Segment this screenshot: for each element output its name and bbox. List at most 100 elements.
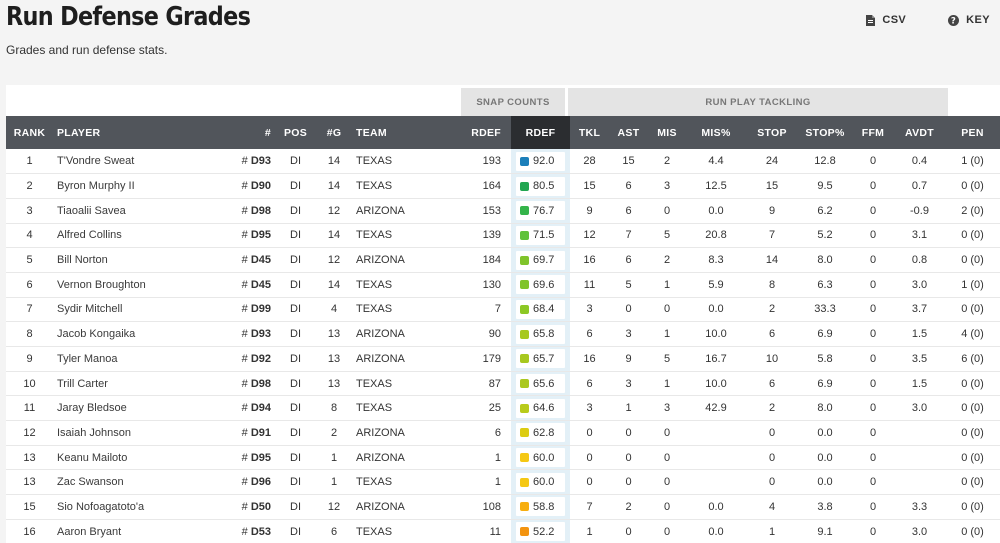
team-link[interactable]: TEXAS <box>352 469 439 496</box>
ffm-cell: 0 <box>852 420 894 446</box>
stop-cell: 8 <box>746 272 798 298</box>
ffm-cell: 0 <box>852 173 894 199</box>
mis-cell: 1 <box>648 371 686 397</box>
grade-color-swatch <box>520 206 529 216</box>
team-link[interactable]: TEXAS <box>352 297 439 323</box>
tkl-cell: 1 <box>570 519 609 543</box>
player-name-link[interactable]: Aaron Bryant <box>53 519 213 543</box>
team-link[interactable]: ARIZONA <box>352 494 439 520</box>
player-name-link[interactable]: Byron Murphy II <box>53 173 213 199</box>
jersey-number: D91 <box>250 426 271 439</box>
player-name-link[interactable]: Sydir Mitchell <box>53 297 213 323</box>
rdef-snaps-cell: 153 <box>439 198 511 224</box>
col-ffm[interactable]: FFM <box>852 116 894 149</box>
col-player[interactable]: PLAYER <box>53 116 213 149</box>
pen-cell: 4 (0) <box>945 321 1000 347</box>
stop-pct-cell: 6.9 <box>798 321 852 347</box>
table-row: 13 Zac Swanson # D96 DI 1 TEXAS 1 60.0 0 0 0 0 0.0 0 0… <box>6 469 1000 496</box>
games-cell: 14 <box>316 223 352 249</box>
team-link[interactable]: ARIZONA <box>352 346 439 372</box>
mis-pct-cell: 0.0 <box>686 519 746 543</box>
stop-pct-cell: 6.2 <box>798 198 852 224</box>
avdt-cell: 0.8 <box>894 247 945 273</box>
csv-label: CSV <box>882 14 907 26</box>
player-name-link[interactable]: Trill Carter <box>53 371 213 397</box>
jersey-number: D96 <box>250 476 271 489</box>
col-stop-pct[interactable]: STOP% <box>798 116 852 149</box>
col-mis-pct[interactable]: MIS% <box>686 116 746 149</box>
player-name-link[interactable]: T'Vondre Sweat <box>53 149 213 175</box>
player-name-link[interactable]: Vernon Broughton <box>53 272 213 298</box>
team-link[interactable]: ARIZONA <box>352 321 439 347</box>
player-name-link[interactable]: Sio Nofoagatoto'a <box>53 494 213 520</box>
avdt-cell: 1.5 <box>894 371 945 397</box>
col-stop[interactable]: STOP <box>746 116 798 149</box>
team-link[interactable]: TEXAS <box>352 223 439 249</box>
games-cell: 14 <box>316 173 352 199</box>
rdef-snaps-cell: 193 <box>439 149 511 175</box>
games-cell: 8 <box>316 395 352 422</box>
player-name-link[interactable]: Keanu Mailoto <box>53 445 213 471</box>
mis-cell: 5 <box>648 223 686 249</box>
position-cell: DI <box>275 198 316 224</box>
tkl-cell: 28 <box>570 149 609 175</box>
player-name-link[interactable]: Zac Swanson <box>53 469 213 496</box>
col-tkl[interactable]: TKL <box>570 116 609 149</box>
key-button[interactable]: ? KEY <box>948 14 990 26</box>
games-cell: 12 <box>316 494 352 520</box>
ffm-cell: 0 <box>852 149 894 175</box>
grade-value: 92.0 <box>533 155 555 168</box>
col-rdef-snaps[interactable]: RDEF <box>439 116 511 149</box>
mis-cell: 0 <box>648 519 686 543</box>
help-circle-icon: ? <box>948 14 960 26</box>
position-cell: DI <box>275 297 316 323</box>
team-link[interactable]: TEXAS <box>352 272 439 298</box>
player-name-link[interactable]: Jacob Kongaika <box>53 321 213 347</box>
position-cell: DI <box>275 346 316 372</box>
key-label: KEY <box>966 14 990 26</box>
team-link[interactable]: TEXAS <box>352 149 439 175</box>
player-name-link[interactable]: Tiaoalii Savea <box>53 198 213 224</box>
team-link[interactable]: ARIZONA <box>352 247 439 273</box>
col-avdt[interactable]: AVDT <box>894 116 945 149</box>
player-name-link[interactable]: Tyler Manoa <box>53 346 213 372</box>
team-link[interactable]: ARIZONA <box>352 198 439 224</box>
tkl-cell: 0 <box>570 420 609 446</box>
team-link[interactable]: TEXAS <box>352 173 439 199</box>
player-name-link[interactable]: Bill Norton <box>53 247 213 273</box>
col-games[interactable]: #G <box>316 116 352 149</box>
mis-pct-cell <box>686 445 746 471</box>
player-name-link[interactable]: Isaiah Johnson <box>53 420 213 446</box>
player-name-link[interactable]: Alfred Collins <box>53 223 213 249</box>
avdt-cell: 3.5 <box>894 346 945 372</box>
rdef-grade-cell: 71.5 <box>511 223 570 249</box>
col-mis[interactable]: MIS <box>648 116 686 149</box>
team-link[interactable]: ARIZONA <box>352 445 439 471</box>
top-actions: CSV ? KEY <box>866 0 1000 40</box>
col-rdef-grade[interactable]: RDEF <box>511 116 570 149</box>
team-link[interactable]: TEXAS <box>352 519 439 543</box>
csv-download-button[interactable]: CSV <box>866 14 906 26</box>
col-rank[interactable]: RANK <box>6 116 53 149</box>
rank-cell: 13 <box>6 445 53 471</box>
col-ast[interactable]: AST <box>609 116 648 149</box>
avdt-cell: 3.7 <box>894 297 945 323</box>
games-cell: 12 <box>316 247 352 273</box>
avdt-cell: 0.4 <box>894 149 945 175</box>
grade-value: 76.7 <box>533 204 555 217</box>
player-name-link[interactable]: Jaray Bledsoe <box>53 395 213 422</box>
ast-cell: 5 <box>609 272 648 298</box>
col-pos[interactable]: POS <box>275 116 316 149</box>
position-cell: DI <box>275 149 316 175</box>
col-jersey[interactable]: # <box>213 116 275 149</box>
team-link[interactable]: TEXAS <box>352 371 439 397</box>
grade-badge: 76.7 <box>516 201 565 221</box>
col-team[interactable]: TEAM <box>352 116 439 149</box>
mis-cell: 0 <box>648 198 686 224</box>
grade-badge: 69.7 <box>516 250 565 270</box>
jersey-cell: # D95 <box>213 445 275 471</box>
col-pen[interactable]: PEN <box>945 116 1000 149</box>
team-link[interactable]: TEXAS <box>352 395 439 422</box>
pen-cell: 0 (0) <box>945 494 1000 520</box>
team-link[interactable]: ARIZONA <box>352 420 439 446</box>
